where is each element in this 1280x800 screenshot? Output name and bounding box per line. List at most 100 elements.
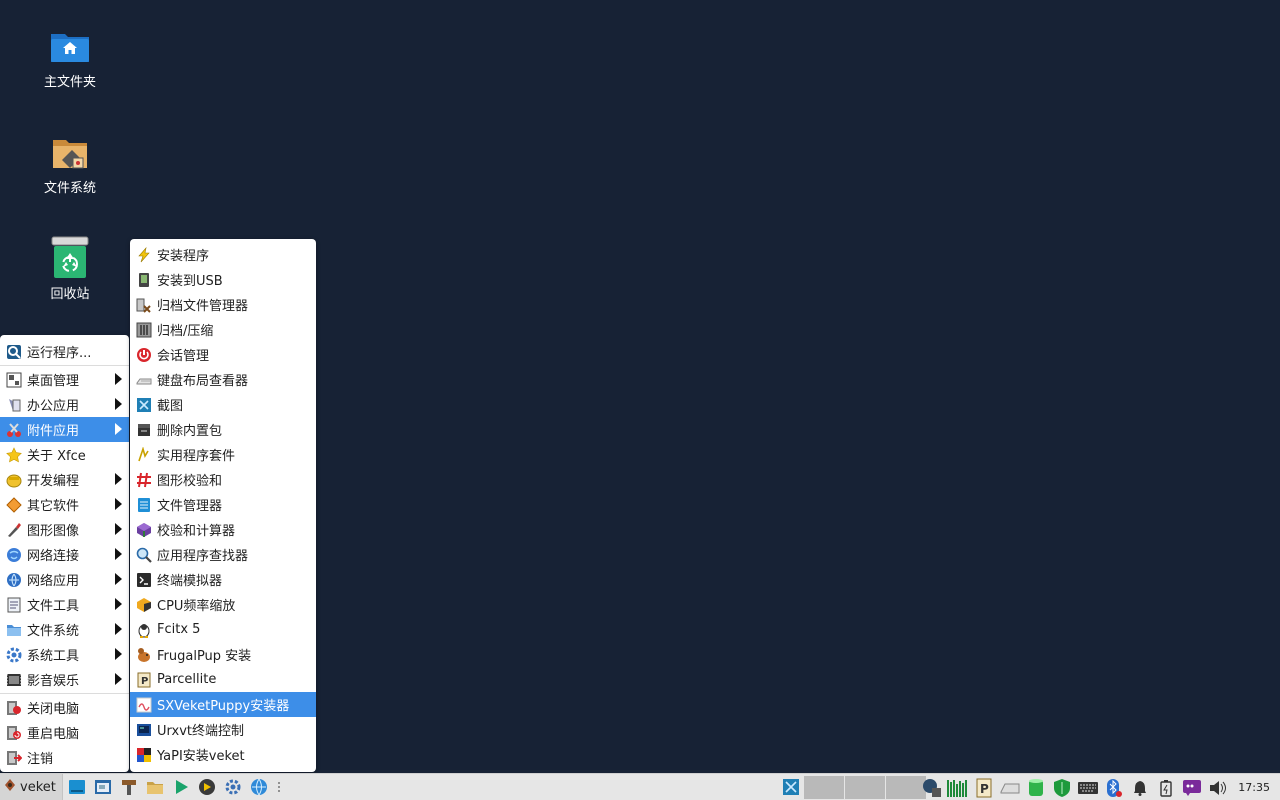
- settings-icon[interactable]: [221, 775, 245, 799]
- checksum-icon: [136, 472, 152, 488]
- menu-item-other-software[interactable]: 其它软件: [0, 492, 129, 517]
- screenshot-icon: [136, 397, 152, 413]
- clock[interactable]: 17:35: [1238, 781, 1270, 794]
- submenu-arrow-icon: [115, 648, 122, 660]
- submenu-item-frugalpup[interactable]: FrugalPup 安装: [130, 642, 316, 667]
- play-icon[interactable]: [169, 775, 193, 799]
- menu-item-development[interactable]: 开发编程: [0, 467, 129, 492]
- submenu-item-usb-install[interactable]: 安装到USB: [130, 267, 316, 292]
- menu-item-office[interactable]: 办公应用: [0, 392, 129, 417]
- bluetooth-icon[interactable]: [1102, 776, 1126, 800]
- menu-item-multimedia[interactable]: 影音娱乐: [0, 667, 129, 692]
- usb-install-icon: [136, 272, 152, 288]
- menu-item-network-connect[interactable]: 网络连接: [0, 542, 129, 567]
- task-button-1[interactable]: [804, 776, 844, 799]
- desktop-icon-home[interactable]: 主文件夹: [20, 24, 120, 92]
- bell-icon[interactable]: [1128, 776, 1152, 800]
- submenu-item-keyboard-layout[interactable]: 键盘布局查看器: [130, 367, 316, 392]
- desktop-icon-label: 回收站: [50, 287, 90, 302]
- submenu-item-fcitx5[interactable]: Fcitx 5: [130, 617, 316, 642]
- submenu-item-archive-manager[interactable]: 归档文件管理器: [130, 292, 316, 317]
- desktop-icon-trash[interactable]: 回收站: [20, 236, 120, 304]
- archive-compress-icon: [136, 322, 152, 338]
- desktop-settings-icon: [6, 372, 22, 388]
- browser-icon[interactable]: [247, 775, 271, 799]
- keyboard-icon[interactable]: [1076, 776, 1100, 800]
- submenu-arrow-icon: [115, 623, 122, 635]
- start-menu-button[interactable]: veket: [0, 773, 63, 800]
- logout-icon: [6, 750, 22, 766]
- volume-icon[interactable]: [1206, 776, 1230, 800]
- menu-item-accessories[interactable]: 附件应用: [0, 417, 129, 442]
- power-icon[interactable]: [1154, 776, 1178, 800]
- archive-manager-icon: [136, 297, 152, 313]
- accessories-icon: [6, 422, 22, 438]
- parcellite-icon: P: [136, 672, 152, 688]
- submenu-item-terminal[interactable]: 终端模拟器: [130, 567, 316, 592]
- desktop-icon-label: 文件系统: [43, 181, 96, 196]
- veket-logo-icon: [5, 779, 15, 795]
- gear-arrow-icon[interactable]: [195, 775, 219, 799]
- submenu-item-sxveket-installer[interactable]: SXVeketPuppy安装器: [130, 692, 316, 717]
- submenu-item-checksum[interactable]: 图形校验和: [130, 467, 316, 492]
- submenu-arrow-icon: [115, 523, 122, 535]
- drive-icon[interactable]: [998, 776, 1022, 800]
- star-icon: [6, 446, 22, 463]
- screen-icon[interactable]: [782, 776, 802, 799]
- multimedia-icon: [6, 672, 22, 688]
- tools-icon[interactable]: [117, 775, 141, 799]
- desktop-icon-filesystem[interactable]: 文件系统: [20, 130, 120, 198]
- parcellite-tray-icon[interactable]: P: [972, 776, 996, 800]
- window-icon[interactable]: [91, 775, 115, 799]
- submenu-item-archive-compress[interactable]: 归档/压缩: [130, 317, 316, 342]
- submenu-item-yapi[interactable]: YaPI安装veket: [130, 742, 316, 767]
- network-icon[interactable]: [920, 776, 944, 800]
- office-icon: [6, 397, 22, 413]
- task-button-2[interactable]: [845, 776, 885, 799]
- menu-item-filesystem[interactable]: 文件系统: [0, 617, 129, 642]
- submenu-item-hash-calculator[interactable]: 校验和计算器: [130, 517, 316, 542]
- submenu-arrow-icon: [115, 498, 122, 510]
- submenu-item-file-manager[interactable]: 文件管理器: [130, 492, 316, 517]
- desktop-icon[interactable]: [65, 775, 89, 799]
- submenu-item-urxvt[interactable]: Urxvt终端控制: [130, 717, 316, 742]
- handle-icon[interactable]: [273, 775, 285, 799]
- submenu-item-remove-builtin[interactable]: 删除内置包: [130, 417, 316, 442]
- submenu-item-utility-suite[interactable]: 实用程序套件: [130, 442, 316, 467]
- submenu-arrow-icon: [115, 473, 122, 485]
- submenu-item-installer[interactable]: 安装程序: [130, 242, 316, 267]
- menu-item-system-tools[interactable]: 系统工具: [0, 642, 129, 667]
- taskbar: veket P 17:35: [0, 773, 1280, 800]
- menu-item-shutdown[interactable]: 关闭电脑: [0, 695, 129, 720]
- submenu-arrow-icon: [115, 573, 122, 585]
- svg-text:P: P: [980, 782, 989, 796]
- disk-icon[interactable]: [1024, 776, 1048, 800]
- menu-item-network-apps[interactable]: 网络应用: [0, 567, 129, 592]
- net-monitor-icon[interactable]: [946, 776, 970, 800]
- home-folder-icon: [20, 24, 120, 68]
- submenu-item-screenshot[interactable]: 截图: [130, 392, 316, 417]
- submenu-item-cpu-freq[interactable]: CPU频率缩放: [130, 592, 316, 617]
- submenu-item-app-finder[interactable]: 应用程序查找器: [130, 542, 316, 567]
- menu-item-reboot[interactable]: 重启电脑: [0, 720, 129, 745]
- folder-icon[interactable]: [143, 775, 167, 799]
- terminal-icon: [136, 572, 152, 588]
- submenu-arrow-icon: [115, 398, 122, 410]
- chat-icon[interactable]: [1180, 776, 1204, 800]
- menu-item-logout[interactable]: 注销: [0, 745, 129, 770]
- menu-item-graphics[interactable]: 图形图像: [0, 517, 129, 542]
- submenu-arrow-icon: [115, 673, 122, 685]
- shield-icon[interactable]: [1050, 776, 1074, 800]
- fcitx-icon: [136, 622, 152, 638]
- submenu-arrow-icon: [115, 548, 122, 560]
- submenu-item-parcellite[interactable]: P Parcellite: [130, 667, 316, 692]
- menu-item-about-xfce[interactable]: 关于 Xfce: [0, 442, 129, 467]
- session-manager-icon: [136, 347, 152, 363]
- submenu-item-session-manager[interactable]: 会话管理: [130, 342, 316, 367]
- menu-item-run-program[interactable]: 运行程序...: [0, 339, 129, 364]
- menu-item-file-tools[interactable]: 文件工具: [0, 592, 129, 617]
- menu-item-desktop-management[interactable]: 桌面管理: [0, 367, 129, 392]
- sxveket-installer-icon: [136, 697, 152, 713]
- hash-calculator-icon: [136, 522, 152, 538]
- trash-icon: [20, 236, 120, 280]
